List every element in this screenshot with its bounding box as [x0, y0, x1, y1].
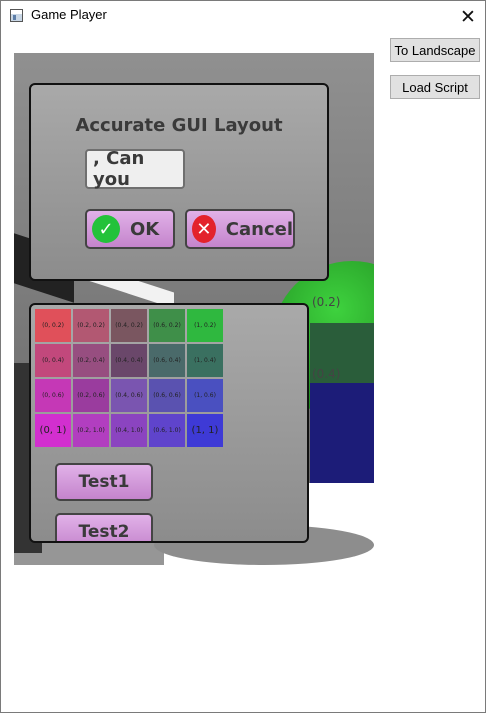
grid-cell: (0, 0.4) — [35, 344, 71, 377]
grid-cell: (0.2, 0.6) — [73, 379, 109, 412]
grid-cell: (1, 1) — [187, 414, 223, 447]
gui-layout-panel: Accurate GUI Layout , Can you ✓ OK ✕ Can… — [29, 83, 329, 281]
scene-label-top: (0.2) — [312, 295, 341, 309]
grid-cell: (0, 0.2) — [35, 309, 71, 342]
text-input[interactable]: , Can you — [85, 148, 185, 190]
grid-cell: (0.4, 0.4) — [111, 344, 147, 377]
to-landscape-button[interactable]: To Landscape — [390, 38, 480, 62]
ok-button[interactable]: ✓ OK — [85, 209, 175, 249]
cancel-x-icon: ✕ — [192, 215, 216, 243]
close-button[interactable]: ✕ — [451, 1, 485, 32]
grid-cell: (0.6, 0.6) — [149, 379, 185, 412]
game-viewport[interactable]: (0.2) (0.4) Accurate GUI Layout , Can yo… — [14, 53, 374, 565]
load-script-button[interactable]: Load Script — [390, 75, 480, 99]
panel-title: Accurate GUI Layout — [75, 115, 283, 136]
grid-cell: (0.6, 0.2) — [149, 309, 185, 342]
grid-cell: (1, 0.2) — [187, 309, 223, 342]
grid-cell: (0.4, 0.2) — [111, 309, 147, 342]
scene-blue-block — [310, 383, 374, 483]
anchor-grid: (0, 0.2) (0.2, 0.2) (0.4, 0.2) (0.6, 0.2) (1… — [35, 309, 223, 447]
grid-cell: (0.6, 1.0) — [149, 414, 185, 447]
window-title: Game Player — [31, 7, 107, 22]
grid-cell: (0.2, 0.4) — [73, 344, 109, 377]
title-bar: Game Player ✕ — [1, 1, 485, 32]
anchor-grid-panel: (0, 0.2) (0.2, 0.2) (0.4, 0.2) (0.6, 0.2) (1… — [29, 303, 309, 543]
ok-label: OK — [130, 218, 160, 240]
grid-cell: (0, 0.6) — [35, 379, 71, 412]
test2-button[interactable]: Test2 — [55, 513, 153, 541]
grid-cell: (0.2, 0.2) — [73, 309, 109, 342]
grid-cell: (0.2, 1.0) — [73, 414, 109, 447]
check-icon: ✓ — [92, 215, 120, 243]
grid-cell: (0.6, 0.4) — [149, 344, 185, 377]
app-window-icon — [10, 9, 23, 22]
game-player-window: Game Player ✕ To Landscape Load Script (… — [0, 0, 486, 713]
cancel-label: Cancel — [225, 218, 293, 240]
grid-cell: (1, 0.6) — [187, 379, 223, 412]
grid-cell: (0.4, 0.6) — [111, 379, 147, 412]
grid-cell: (1, 0.4) — [187, 344, 223, 377]
grid-cell: (0, 1) — [35, 414, 71, 447]
scene-label-mid: (0.4) — [312, 367, 341, 381]
test1-button[interactable]: Test1 — [55, 463, 153, 501]
cancel-button[interactable]: ✕ Cancel — [185, 209, 295, 249]
grid-cell: (0.4, 1.0) — [111, 414, 147, 447]
